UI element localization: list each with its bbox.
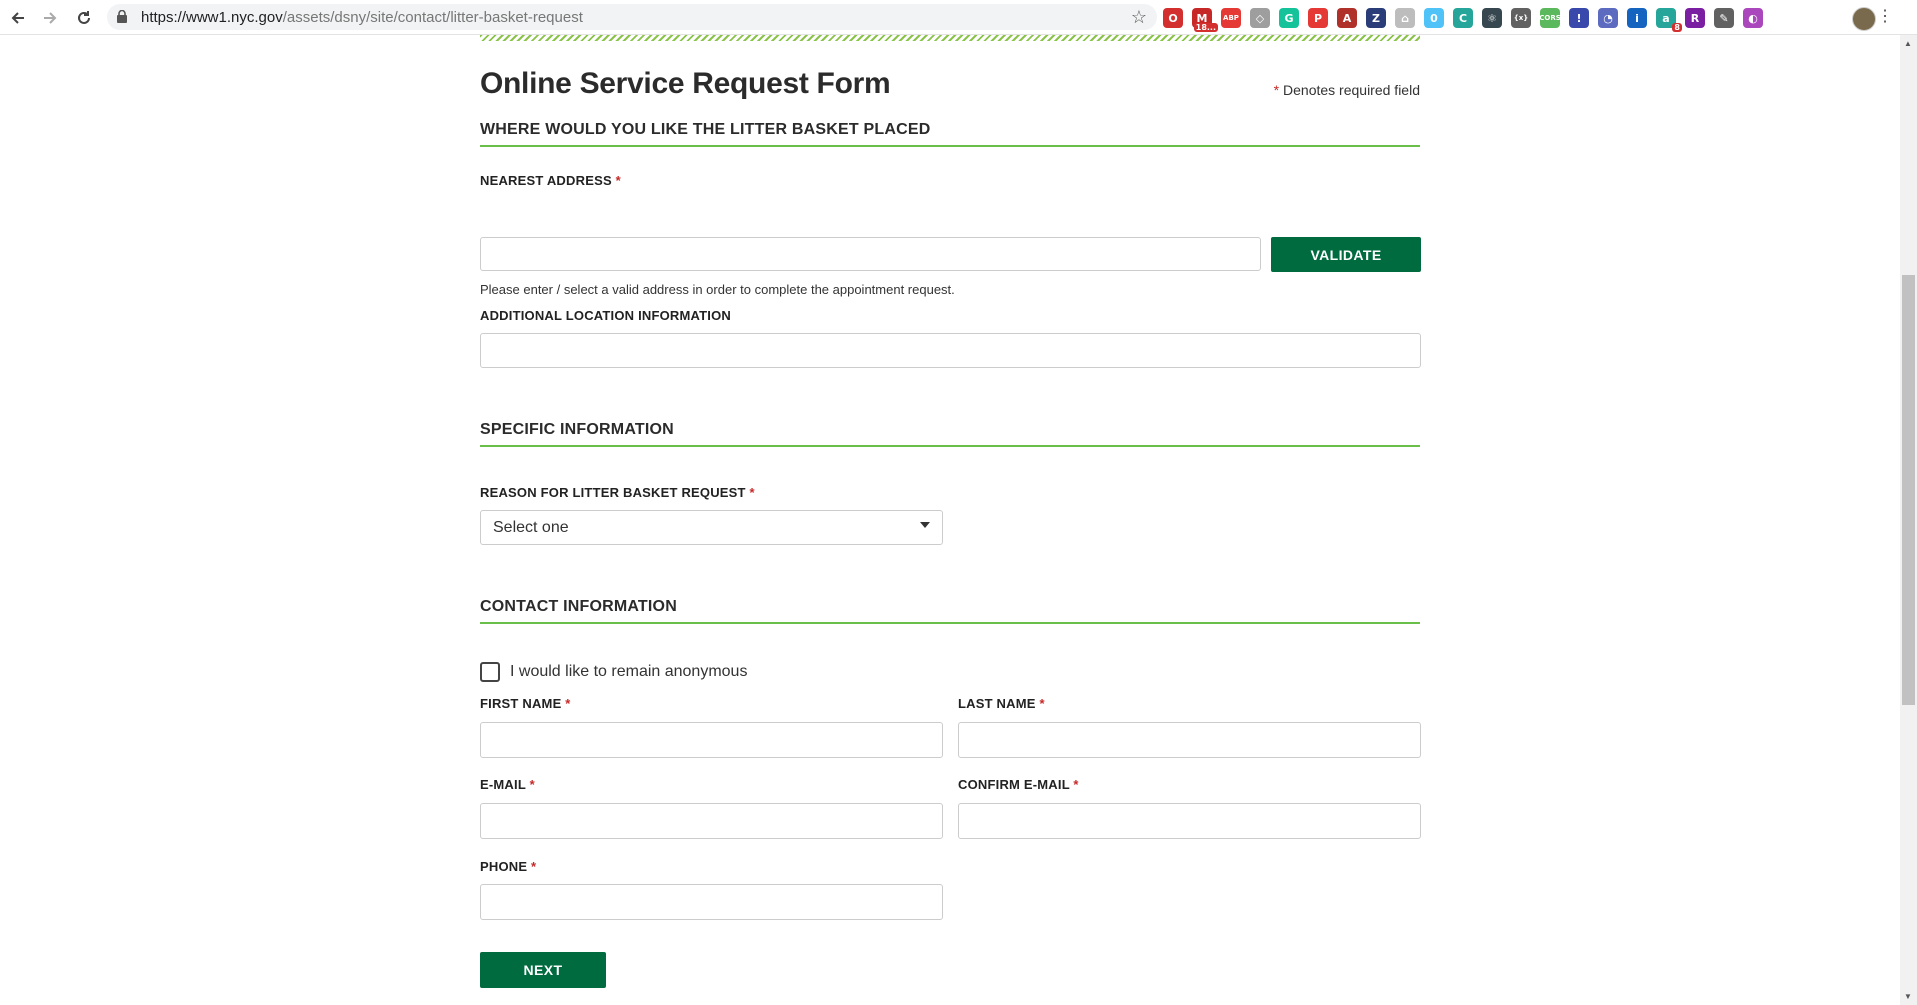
counter-icon[interactable]: 0 — [1424, 8, 1444, 28]
browser-toolbar: https://www1.nyc.gov/assets/dsny/site/co… — [0, 0, 1917, 35]
last-name-label-text: LAST NAME — [958, 696, 1036, 711]
additional-location-label: ADDITIONAL LOCATION INFORMATION — [480, 308, 732, 323]
required-note-text: Denotes required field — [1283, 82, 1420, 98]
copy-icon[interactable]: C — [1453, 8, 1473, 28]
confirm-email-input[interactable] — [958, 803, 1421, 839]
reason-label-text: REASON FOR LITTER BASKET REQUEST — [480, 485, 746, 500]
back-arrow-icon — [11, 12, 24, 24]
required-mark: * — [1039, 696, 1045, 711]
acrobat-icon[interactable]: A — [1337, 8, 1357, 28]
url-path: /assets/dsny/site/contact/litter-basket-… — [282, 9, 583, 26]
phone-label: PHONE * — [480, 859, 536, 874]
back-button[interactable] — [6, 6, 30, 30]
react-icon[interactable]: ⚛ — [1482, 8, 1502, 28]
anonymous-checkbox-label[interactable]: I would like to remain anonymous — [510, 663, 747, 681]
section-specific-heading: SPECIFIC INFORMATION — [480, 421, 1420, 447]
phone-label-text: PHONE — [480, 859, 528, 874]
reason-select[interactable]: Select one — [480, 510, 943, 545]
anonymous-checkbox[interactable] — [480, 662, 500, 682]
first-name-input[interactable] — [480, 722, 943, 758]
confirm-email-label-text: CONFIRM E-MAIL — [958, 777, 1070, 792]
scroll-down-icon[interactable]: ▼ — [1904, 992, 1912, 1001]
eyedropper-icon[interactable]: ✎ — [1714, 8, 1734, 28]
required-field-note: * Denotes required field — [1274, 82, 1420, 98]
required-mark: * — [749, 485, 755, 500]
extension-badge: 18... — [1193, 23, 1218, 32]
phone-input[interactable] — [480, 884, 943, 920]
opera-icon[interactable]: O — [1163, 8, 1183, 28]
profile-avatar[interactable] — [1852, 7, 1876, 31]
reload-button[interactable] — [72, 6, 96, 30]
required-mark: * — [565, 696, 571, 711]
email-label: E-MAIL * — [480, 777, 535, 792]
email-label-text: E-MAIL — [480, 777, 526, 792]
required-mark: * — [1273, 82, 1280, 98]
url-host: https://www1.nyc.gov — [141, 9, 283, 26]
page-title: Online Service Request Form — [480, 67, 891, 100]
url-text: https://www1.nyc.gov/assets/dsny/site/co… — [141, 9, 583, 26]
browser-menu-icon[interactable]: ⋮ — [1877, 6, 1893, 26]
paint-icon[interactable]: ◐ — [1743, 8, 1763, 28]
compass-icon[interactable]: ◔ — [1598, 8, 1618, 28]
next-button[interactable]: NEXT — [480, 952, 606, 988]
first-name-label: FIRST NAME * — [480, 696, 571, 711]
scrollbar-thumb[interactable] — [1902, 275, 1915, 705]
r-icon[interactable]: R — [1685, 8, 1705, 28]
scroll-up-icon[interactable]: ▲ — [1904, 39, 1912, 48]
cors-icon[interactable]: CORS — [1539, 8, 1561, 28]
json-icon[interactable]: {x} — [1511, 8, 1531, 28]
required-mark: * — [1073, 777, 1079, 792]
last-name-input[interactable] — [958, 722, 1421, 758]
section-location-heading: WHERE WOULD YOU LIKE THE LITTER BASKET P… — [480, 121, 1420, 147]
decorative-hatch-divider — [480, 35, 1420, 41]
reason-label: REASON FOR LITTER BASKET REQUEST * — [480, 485, 755, 500]
last-name-label: LAST NAME * — [958, 696, 1045, 711]
extensions-bar: O M 18... ABP ◇ G P A Z ⌂ 0 C ⚛ {x} CORS! ◔ i a 8 R ✎ ◐ — [1163, 6, 1763, 32]
reason-select-value: Select one — [493, 519, 569, 536]
info-icon[interactable]: i — [1627, 8, 1647, 28]
grammarly-icon[interactable]: G — [1279, 8, 1299, 28]
lock-icon — [117, 10, 127, 23]
required-mark: * — [529, 777, 535, 792]
extension-badge: 8 — [1672, 23, 1682, 32]
dropdown-caret-icon — [920, 522, 930, 528]
address-bar[interactable]: https://www1.nyc.gov/assets/dsny/site/co… — [107, 4, 1157, 30]
nearest-address-label: NEAREST ADDRESS * — [480, 173, 621, 188]
pocket-icon[interactable]: P — [1308, 8, 1328, 28]
email-input[interactable] — [480, 803, 943, 839]
confirm-email-label: CONFIRM E-MAIL * — [958, 777, 1079, 792]
required-mark: * — [531, 859, 537, 874]
a-icon[interactable]: a8 — [1656, 8, 1682, 32]
tree-icon[interactable]: ⌂ — [1395, 8, 1415, 28]
additional-location-input[interactable] — [480, 333, 1421, 368]
address-hint-text: Please enter / select a valid address in… — [480, 282, 955, 297]
first-name-label-text: FIRST NAME — [480, 696, 562, 711]
nearest-address-input[interactable] — [480, 237, 1261, 271]
forward-button[interactable] — [38, 6, 62, 30]
section-contact-heading: CONTACT INFORMATION — [480, 598, 1420, 624]
adblock-icon[interactable]: ABP — [1221, 8, 1241, 28]
validate-button[interactable]: VALIDATE — [1271, 237, 1421, 272]
nearest-address-label-text: NEAREST ADDRESS — [480, 173, 612, 188]
required-mark: * — [615, 173, 621, 188]
zotero-icon[interactable]: Z — [1366, 8, 1386, 28]
bookmark-star-icon[interactable]: ☆ — [1131, 7, 1147, 28]
forward-arrow-icon — [44, 12, 57, 24]
gmail-icon[interactable]: M 18... — [1192, 8, 1218, 32]
page-scrollbar[interactable]: ▲ ▼ — [1900, 35, 1917, 1005]
tag-icon[interactable]: ! — [1569, 8, 1589, 28]
shield-icon[interactable]: ◇ — [1250, 8, 1270, 28]
reload-icon — [78, 11, 90, 24]
